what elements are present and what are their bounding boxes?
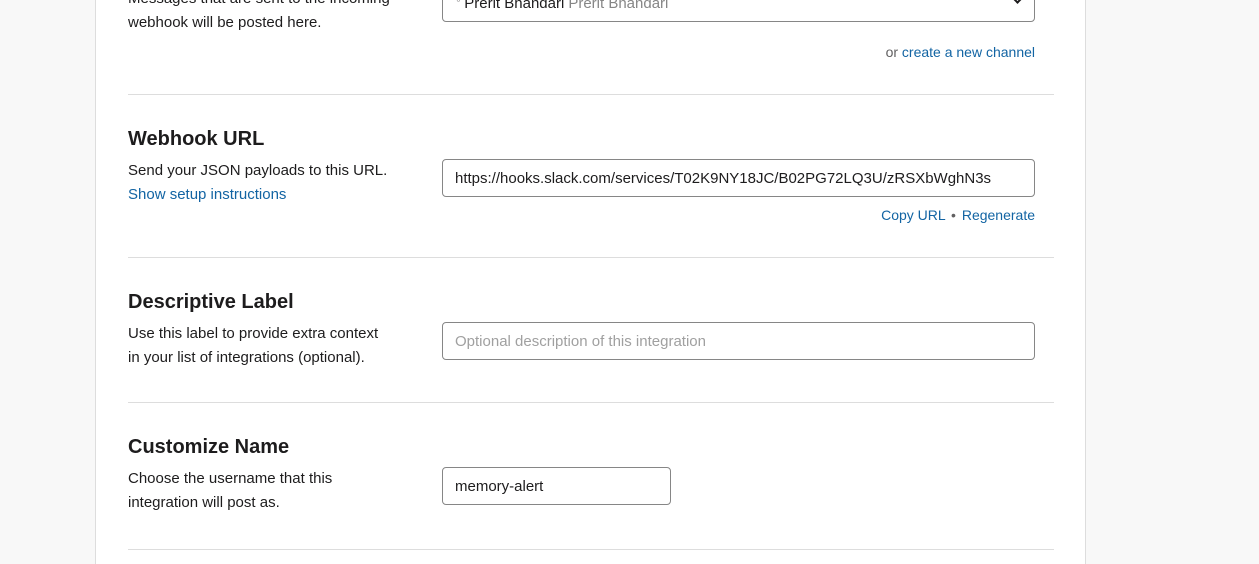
page: Messages that are sent to the incoming w…	[0, 0, 1259, 564]
webhook-url-title: Webhook URL	[128, 128, 265, 150]
copy-url-link[interactable]: Copy URL	[881, 207, 945, 223]
descriptive-label-title: Descriptive Label	[128, 291, 294, 313]
divider	[128, 402, 1054, 403]
channel-description-line2: webhook will be posted here.	[128, 14, 322, 31]
webhook-actions: Copy URL • Regenerate	[881, 207, 1035, 223]
name-description-line2: integration will post as.	[128, 494, 280, 511]
label-description-line2: in your list of integrations (optional).	[128, 349, 365, 366]
regenerate-link[interactable]: Regenerate	[962, 207, 1035, 223]
chevron-down-icon[interactable]	[1011, 0, 1024, 4]
username-input[interactable]	[442, 467, 671, 505]
label-description: Use this label to provide extra context …	[128, 322, 418, 370]
create-channel-link[interactable]: create a new channel	[902, 44, 1035, 60]
webhook-description: Send your JSON payloads to this URL. Sho…	[128, 159, 418, 207]
channel-description: Messages that are sent to the incoming w…	[128, 0, 418, 35]
user-icon: ♂	[455, 0, 464, 6]
or-text: or	[885, 44, 899, 60]
create-channel-row: or create a new channel	[886, 44, 1035, 60]
channel-select-secondary: Prerit Bhandari	[568, 0, 669, 12]
show-setup-instructions-link[interactable]: Show setup instructions	[128, 183, 418, 207]
channel-description-line1: Messages that are sent to the incoming	[128, 0, 418, 11]
divider	[128, 549, 1054, 550]
divider	[128, 94, 1054, 95]
descriptive-label-input[interactable]	[442, 322, 1035, 360]
name-description: Choose the username that this integratio…	[128, 467, 418, 515]
channel-select[interactable]: ♂ Prerit Bhandari Prerit Bhandari	[442, 0, 1035, 22]
separator-dot: •	[951, 207, 956, 223]
divider	[128, 257, 1054, 258]
name-description-line1: Choose the username that this	[128, 470, 333, 487]
webhook-description-text: Send your JSON payloads to this URL.	[128, 162, 388, 179]
label-description-line1: Use this label to provide extra context	[128, 325, 379, 342]
webhook-url-input[interactable]	[442, 159, 1035, 197]
channel-select-primary: Prerit Bhandari	[464, 0, 565, 12]
customize-name-title: Customize Name	[128, 436, 290, 458]
